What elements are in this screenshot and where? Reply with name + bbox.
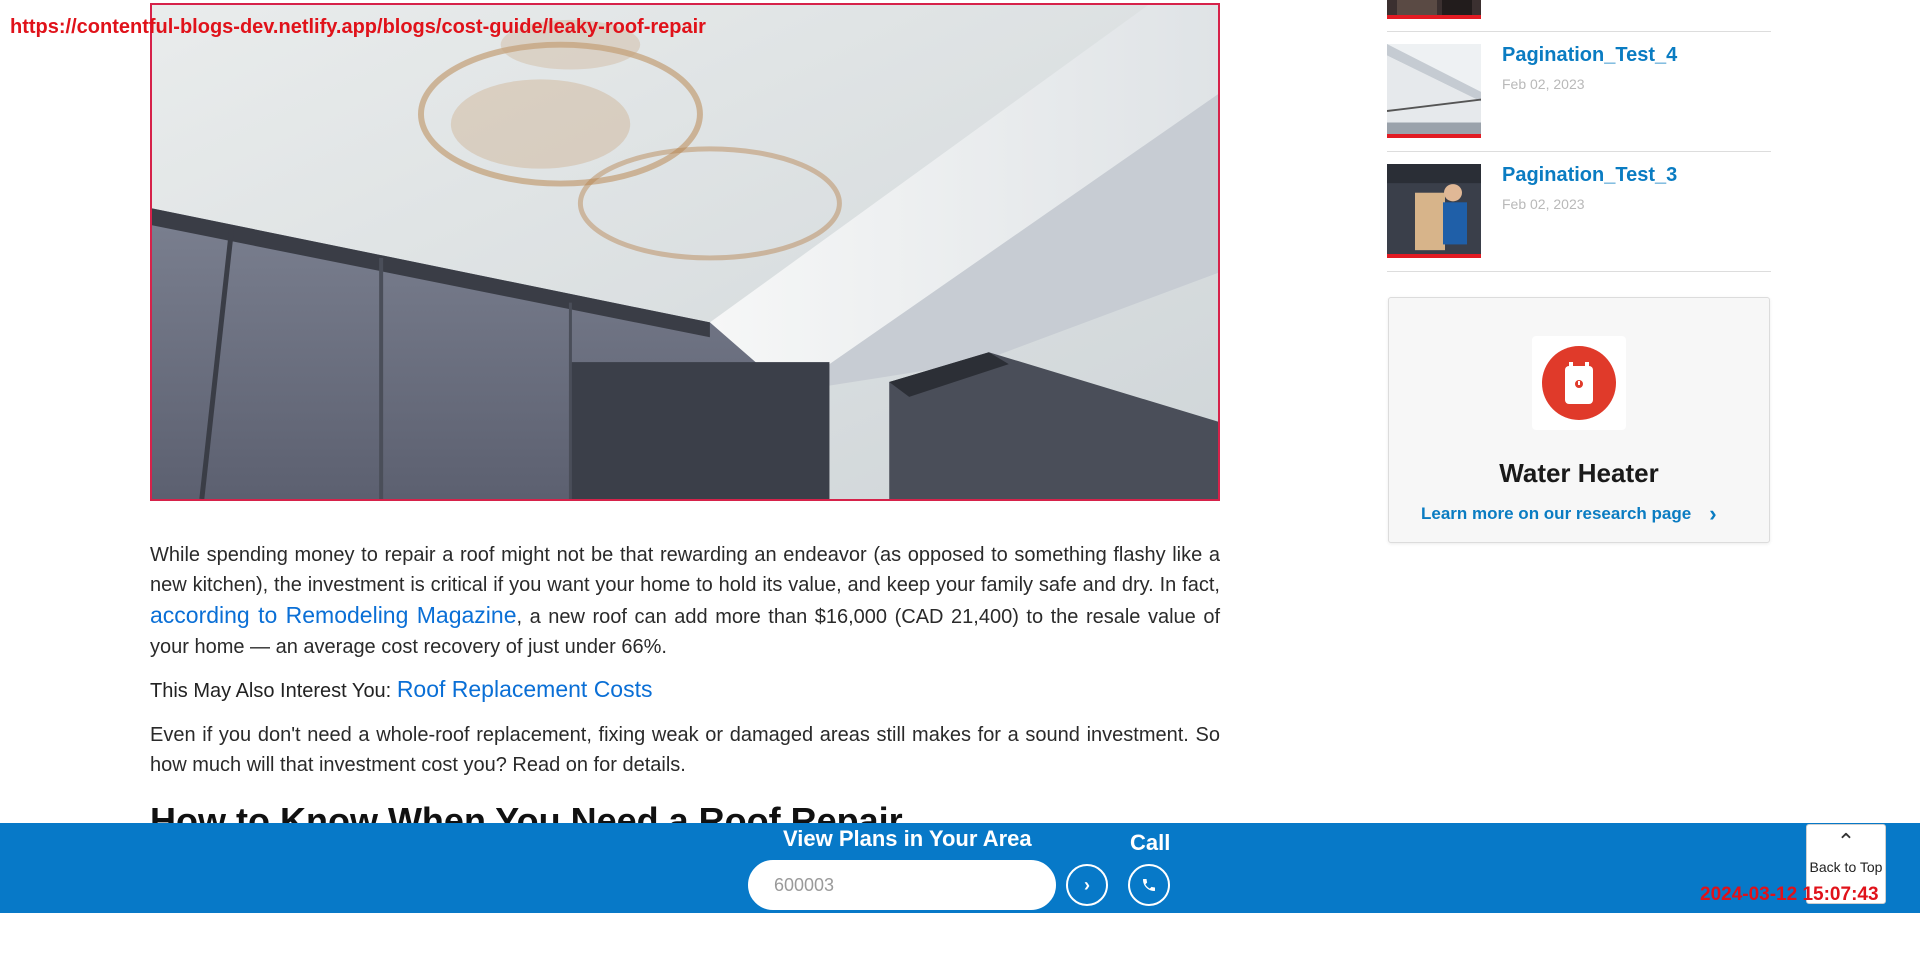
related-article: This May Also Interest You: Roof Replace… <box>150 674 1220 706</box>
chevron-right-icon[interactable]: › <box>1709 503 1716 525</box>
post-date: Feb 02, 2023 <box>1502 196 1585 212</box>
zip-code-input[interactable] <box>748 860 1056 910</box>
ceiling-photo <box>152 5 1218 499</box>
water-heater-icon <box>1542 346 1616 420</box>
related-label: This May Also Interest You: <box>150 680 392 702</box>
call-button[interactable] <box>1128 864 1170 906</box>
url-overlay: https://contentful-blogs-dev.netlify.app… <box>10 16 706 38</box>
post-date: Feb 02, 2023 <box>1502 76 1585 92</box>
card-link-label[interactable]: Learn more on our research page <box>1421 504 1691 524</box>
phone-icon <box>1143 879 1155 891</box>
hero-image <box>150 3 1220 501</box>
card-icon-container <box>1532 336 1626 430</box>
call-label: Call <box>1130 830 1171 855</box>
back-to-top-label[interactable]: Back to Top <box>1807 859 1885 876</box>
remodeling-magazine-link[interactable]: according to Remodeling Magazine <box>150 602 517 628</box>
post-thumbnail[interactable] <box>1387 164 1481 258</box>
sidebar-recent-posts: Pagination_Test_4 Feb 02, 2023 Paginatio… <box>1387 0 1771 272</box>
article-paragraph-2: Even if you don't need a whole-roof repl… <box>150 724 1220 776</box>
post-thumbnail[interactable] <box>1387 0 1481 19</box>
list-item[interactable] <box>1387 0 1771 32</box>
roof-replacement-link[interactable]: Roof Replacement Costs <box>397 676 653 702</box>
post-title-link[interactable]: Pagination_Test_4 <box>1502 44 1677 67</box>
submit-zip-button[interactable]: › <box>1066 864 1108 906</box>
card-title: Water Heater <box>1499 458 1659 488</box>
post-thumbnail[interactable] <box>1387 44 1481 138</box>
post-title-link[interactable]: Pagination_Test_3 <box>1502 164 1677 187</box>
article-paragraph-1: While spending money to repair a roof mi… <box>150 540 1220 662</box>
timestamp-overlay: 2024-03-12 15:07:43 <box>1700 884 1879 905</box>
sticky-plans-bar: View Plans in Your Area › Call <box>0 823 1920 913</box>
chevron-up-icon: ⌃ <box>1836 829 1856 854</box>
list-item[interactable]: Pagination_Test_4 Feb 02, 2023 <box>1387 32 1771 152</box>
paragraph-text: While spending money to repair a roof mi… <box>150 544 1220 596</box>
page: https://contentful-blogs-dev.netlify.app… <box>0 0 1920 963</box>
plans-label: View Plans in Your Area <box>783 826 1032 851</box>
chevron-right-icon: › <box>1084 874 1090 895</box>
research-card: Water Heater Learn more on our research … <box>1388 297 1770 543</box>
research-page-link[interactable]: Learn more on our research page › <box>1421 503 1717 525</box>
article-body: While spending money to repair a roof mi… <box>150 540 1220 792</box>
list-item[interactable]: Pagination_Test_3 Feb 02, 2023 <box>1387 152 1771 272</box>
